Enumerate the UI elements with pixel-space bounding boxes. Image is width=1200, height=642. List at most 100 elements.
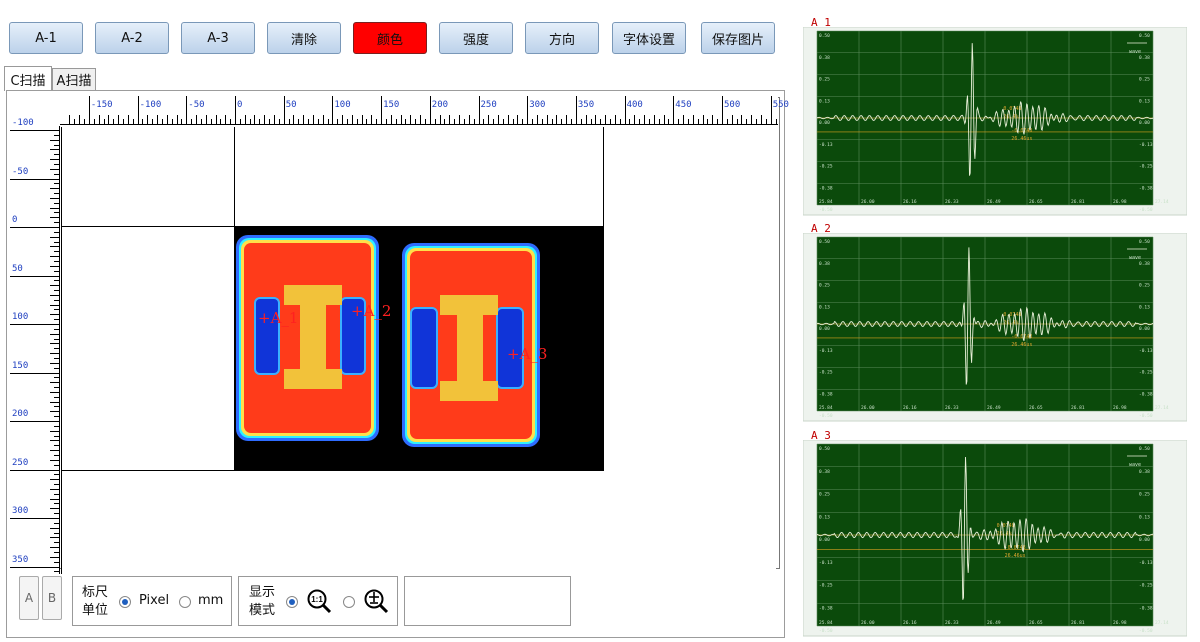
legend-label: wave [1129, 255, 1141, 261]
x-tick-label: 26.98 [1113, 199, 1127, 205]
x-tick-label: 26.65 [1029, 199, 1043, 205]
x-tick-label: 26.65 [1029, 405, 1043, 411]
y-tick-label-right: 0.13 [1139, 98, 1150, 104]
y-tick-label: -0.50 [819, 207, 833, 213]
pixel-radio[interactable] [119, 596, 131, 608]
guide-line-v0 [61, 127, 62, 574]
cscan-image[interactable] [234, 227, 604, 470]
font-settings-button[interactable]: 字体设置 [612, 22, 686, 54]
ruler-top-label: 550 [772, 100, 789, 110]
y-tick-label-right: 0.00 [1139, 537, 1150, 543]
y-tick-label-right: -0.50 [1139, 628, 1153, 634]
y-tick-label: 0.13 [819, 514, 830, 520]
a1-button[interactable]: A-1 [9, 22, 83, 54]
x-tick-label: 25.84 [819, 199, 833, 205]
ruler-left-label: -50 [12, 166, 29, 177]
marker-a3[interactable]: +A_3 [507, 345, 547, 363]
zoom-one-radio[interactable] [286, 596, 298, 608]
a-button[interactable]: A [19, 576, 39, 620]
x-tick-label: 26.16 [903, 199, 917, 205]
y-tick-label: 0.38 [819, 55, 830, 61]
marker-a1[interactable]: +A_1 [258, 309, 298, 327]
y-tick-label: 0.25 [819, 492, 830, 498]
tab-cscan[interactable]: C扫描 [4, 66, 52, 91]
y-tick-label: -0.38 [819, 605, 833, 611]
zoom-one-to-one-icon[interactable]: 1:1 [306, 588, 332, 614]
ruler-top-label: -100 [139, 100, 162, 110]
y-tick-label: 0.25 [819, 283, 830, 289]
y-tick-label-right: -0.25 [1139, 164, 1153, 170]
ruler-top-label: 50 [285, 100, 297, 110]
wave-panel-a2[interactable]: A_2 0.50 0.50 0.38 0.38 0.25 0.25 0.13 0.13 0.00… [803, 222, 1187, 422]
ruler-top-label: 400 [626, 100, 643, 110]
x-tick-label: 26.33 [945, 405, 959, 411]
ruler-left-label: -100 [12, 118, 34, 128]
ruler-left-label: 100 [12, 312, 29, 322]
a2-button[interactable]: A-2 [95, 22, 169, 54]
y-tick-label-right: -0.50 [1139, 413, 1153, 419]
y-tick-label-right: -0.50 [1139, 207, 1153, 213]
x-tick-label: 26.81 [1071, 199, 1085, 205]
x-tick-label: 27.14 [1155, 405, 1169, 411]
x-tick-label: 26.81 [1071, 620, 1085, 626]
x-tick-label: 26.49 [987, 405, 1001, 411]
ruler-top-label: 200 [431, 100, 449, 110]
y-tick-label: 0.00 [819, 537, 830, 543]
marker-a2[interactable]: +A_2 [351, 302, 391, 320]
y-tick-label: 0.00 [819, 326, 830, 332]
ruler-top-label: 0 [237, 100, 243, 110]
clear-button[interactable]: 清除 [267, 22, 341, 54]
x-tick-label: 26.49 [987, 620, 1001, 626]
ruler-left-label: 300 [12, 506, 29, 516]
y-tick-label: 0.38 [819, 261, 830, 267]
zoom-fit-radio[interactable] [343, 596, 355, 608]
wave-plot-a2[interactable]: 0.50 0.50 0.38 0.38 0.25 0.25 0.13 0.13 0.00 0.00… [803, 233, 1187, 423]
x-tick-label: 26.00 [861, 620, 875, 626]
mm-radio[interactable] [179, 596, 191, 608]
tab-ascan[interactable]: A扫描 [52, 68, 96, 90]
guide-line-v1 [234, 127, 235, 227]
guide-line-h2 [61, 470, 604, 471]
y-tick-label-right: 0.13 [1139, 514, 1150, 520]
ruler-top-label: 250 [480, 100, 497, 110]
y-tick-label-right: 0.25 [1139, 283, 1150, 289]
zoom-fit-icon[interactable] [363, 588, 389, 614]
ruler-unit-label-1: 标尺 [82, 585, 109, 600]
y-tick-label: -0.13 [819, 560, 833, 566]
intensity-button[interactable]: 强度 [439, 22, 513, 54]
ruler-left-label: 150 [12, 360, 29, 371]
x-tick-label: 26.16 [903, 620, 917, 626]
y-tick-label: -0.25 [819, 583, 833, 589]
direction-button[interactable]: 方向 [525, 22, 599, 54]
y-tick-label: -0.25 [819, 370, 833, 376]
x-tick-label: 26.33 [945, 199, 959, 205]
color-button[interactable]: 颜色 [353, 22, 427, 54]
y-tick-label-right: -0.38 [1139, 185, 1153, 191]
y-tick-label-right: 0.13 [1139, 304, 1150, 310]
legend-label: wave [1129, 49, 1141, 55]
wave-plot-a3[interactable]: 0.50 0.50 0.38 0.38 0.25 0.25 0.13 0.13 0.00 0.00… [803, 440, 1187, 640]
y-tick-label: -0.25 [819, 164, 833, 170]
y-tick-label: 0.50 [819, 33, 830, 39]
x-tick-label: 26.98 [1113, 620, 1127, 626]
part-left [236, 235, 379, 441]
app-window: A-1 A-2 A-3 清除 颜色 强度 方向 字体设置 保存图片 C扫描 A扫… [0, 0, 1200, 642]
a3-button[interactable]: A-3 [181, 22, 255, 54]
y-tick-label-right: 0.00 [1139, 326, 1150, 332]
b-button[interactable]: B [42, 576, 62, 620]
info-box [404, 576, 571, 626]
ruler-left-label: 250 [12, 457, 29, 468]
save-image-button[interactable]: 保存图片 [701, 22, 775, 54]
cursor-readout: 0.0748 [1003, 106, 1021, 112]
wave-plot-a1[interactable]: 0.50 0.50 0.38 0.38 0.25 0.25 0.13 0.13 0.00 0.00… [803, 27, 1187, 217]
wave-panel-a1[interactable]: A_1 0.50 0.50 0.38 0.38 0.25 0.25 0.13 0.13 0.00… [803, 16, 1187, 216]
ruler-top-label: 500 [724, 100, 741, 110]
display-mode-label-2: 模式 [249, 603, 276, 618]
ruler-top-label: 300 [529, 100, 546, 110]
y-tick-label: -0.38 [819, 185, 833, 191]
cursor-readout: 0.0748 [997, 523, 1015, 529]
x-tick-label: 27.14 [1155, 620, 1169, 626]
wave-panel-a3[interactable]: A_3 0.50 0.50 0.38 0.38 0.25 0.25 0.13 0.13 0.00… [803, 429, 1187, 637]
y-tick-label-right: -0.13 [1139, 348, 1153, 354]
cursor-readout: 26.46us [1011, 136, 1032, 142]
